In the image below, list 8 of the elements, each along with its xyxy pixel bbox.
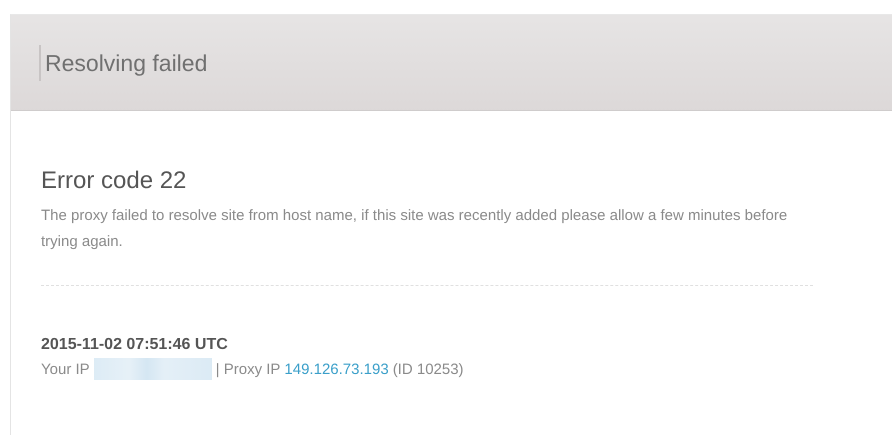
your-ip-label: Your IP: [41, 360, 90, 378]
timestamp: 2015-11-02 07:51:46 UTC: [41, 336, 229, 354]
error-message: The proxy failed to resolve site from host name, if this site was recently added please allow a few minutes before trying again.: [41, 206, 788, 252]
proxy-ip-link[interactable]: 149.126.73.193: [284, 360, 389, 378]
page-title: Resolving failed: [39, 44, 208, 80]
error-heading: Error code 22: [41, 167, 188, 195]
id-text: (ID 10253): [392, 360, 464, 378]
proxy-ip-label: | Proxy IP: [216, 360, 280, 378]
